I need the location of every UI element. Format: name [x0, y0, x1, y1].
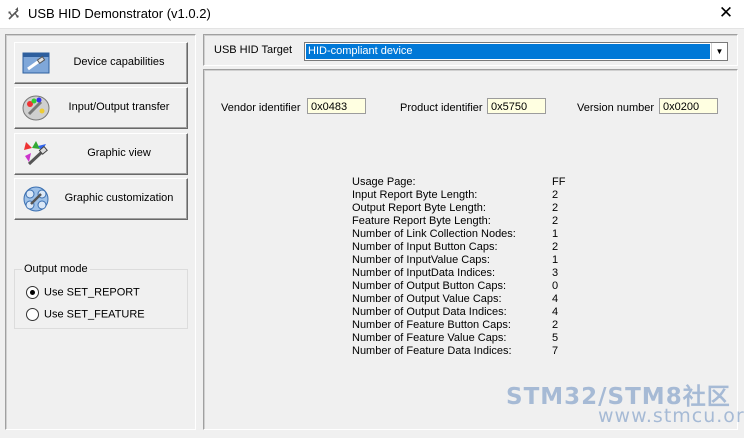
graphic-customization-label: Graphic customization — [64, 192, 174, 204]
capability-value: 2 — [552, 202, 559, 214]
capability-label: Number of InputValue Caps: — [352, 254, 490, 266]
capability-label: Number of InputData Indices: — [352, 267, 496, 279]
capability-label: Number of Link Collection Nodes: — [352, 228, 516, 240]
capability-label: Output Report Byte Length: — [352, 202, 486, 214]
capability-value: 7 — [552, 345, 559, 357]
title-bar: USB HID Demonstrator (v1.0.2) ✕ — [0, 0, 744, 28]
capability-value: 3 — [552, 267, 559, 279]
io-transfer-button[interactable]: Input/Output transfer — [14, 87, 188, 129]
capability-value: FF — [552, 176, 566, 188]
usb-hid-target-label: USB HID Target — [214, 44, 293, 56]
close-button[interactable]: ✕ — [714, 3, 738, 23]
device-capabilities-label: Device capabilities — [73, 56, 165, 68]
capability-label: Feature Report Byte Length: — [352, 215, 491, 227]
capability-label: Number of Output Button Caps: — [352, 280, 507, 292]
watermark-line2: www.stmcu.org — [598, 405, 744, 427]
graphic-customization-button[interactable]: Graphic customization — [14, 178, 188, 220]
capability-value: 4 — [552, 293, 559, 305]
capability-label: Number of Output Value Caps: — [352, 293, 502, 305]
device-capabilities-button[interactable]: Device capabilities — [14, 42, 188, 84]
io-transfer-icon — [22, 95, 50, 121]
usb-hid-target-value: HID-compliant device — [306, 44, 710, 59]
version-number-field: 0x0200 — [659, 98, 718, 114]
capability-value: 1 — [552, 254, 559, 266]
capability-value: 5 — [552, 332, 559, 344]
set-feature-label: Use SET_FEATURE — [44, 308, 145, 321]
set-report-label: Use SET_REPORT — [44, 286, 140, 299]
capability-label: Number of Input Button Caps: — [352, 241, 498, 253]
set-feature-radio[interactable] — [26, 308, 39, 321]
io-transfer-label: Input/Output transfer — [68, 101, 170, 113]
graphic-view-label: Graphic view — [87, 147, 151, 159]
capability-value: 2 — [552, 189, 559, 201]
vendor-identifier-label: Vendor identifier — [221, 102, 301, 114]
capability-label: Input Report Byte Length: — [352, 189, 478, 201]
graphic-customization-icon — [23, 186, 49, 212]
capability-label: Number of Feature Data Indices: — [352, 345, 512, 357]
usb-app-icon — [8, 7, 19, 20]
capability-value: 2 — [552, 215, 559, 227]
device-capabilities-icon — [22, 52, 50, 74]
capability-value: 2 — [552, 241, 559, 253]
client-area: Device capabilities Input/Output transfe… — [0, 28, 744, 438]
capability-value: 2 — [552, 319, 559, 331]
usb-hid-target-dropdown[interactable]: HID-compliant device ▼ — [304, 42, 728, 61]
capability-value: 1 — [552, 228, 559, 240]
capability-value: 4 — [552, 306, 559, 318]
graphic-view-button[interactable]: Graphic view — [14, 133, 188, 175]
set-report-option[interactable]: Use SET_REPORT — [26, 286, 140, 300]
product-identifier-field: 0x5750 — [487, 98, 546, 114]
set-feature-option[interactable]: Use SET_FEATURE — [26, 308, 145, 322]
output-mode-title: Output mode — [22, 263, 90, 275]
capability-label: Number of Feature Value Caps: — [352, 332, 507, 344]
set-report-radio[interactable] — [26, 286, 39, 299]
capability-value: 0 — [552, 280, 559, 292]
capability-label: Number of Output Data Indices: — [352, 306, 507, 318]
capability-label: Number of Feature Button Caps: — [352, 319, 511, 331]
window-title: USB HID Demonstrator (v1.0.2) — [28, 6, 211, 21]
graphic-view-icon — [24, 141, 48, 166]
product-identifier-label: Product identifier — [400, 102, 483, 114]
capability-label: Usage Page: — [352, 176, 416, 188]
chevron-down-icon[interactable]: ▼ — [711, 43, 727, 60]
version-number-label: Version number — [577, 102, 655, 114]
vendor-identifier-field: 0x0483 — [307, 98, 366, 114]
